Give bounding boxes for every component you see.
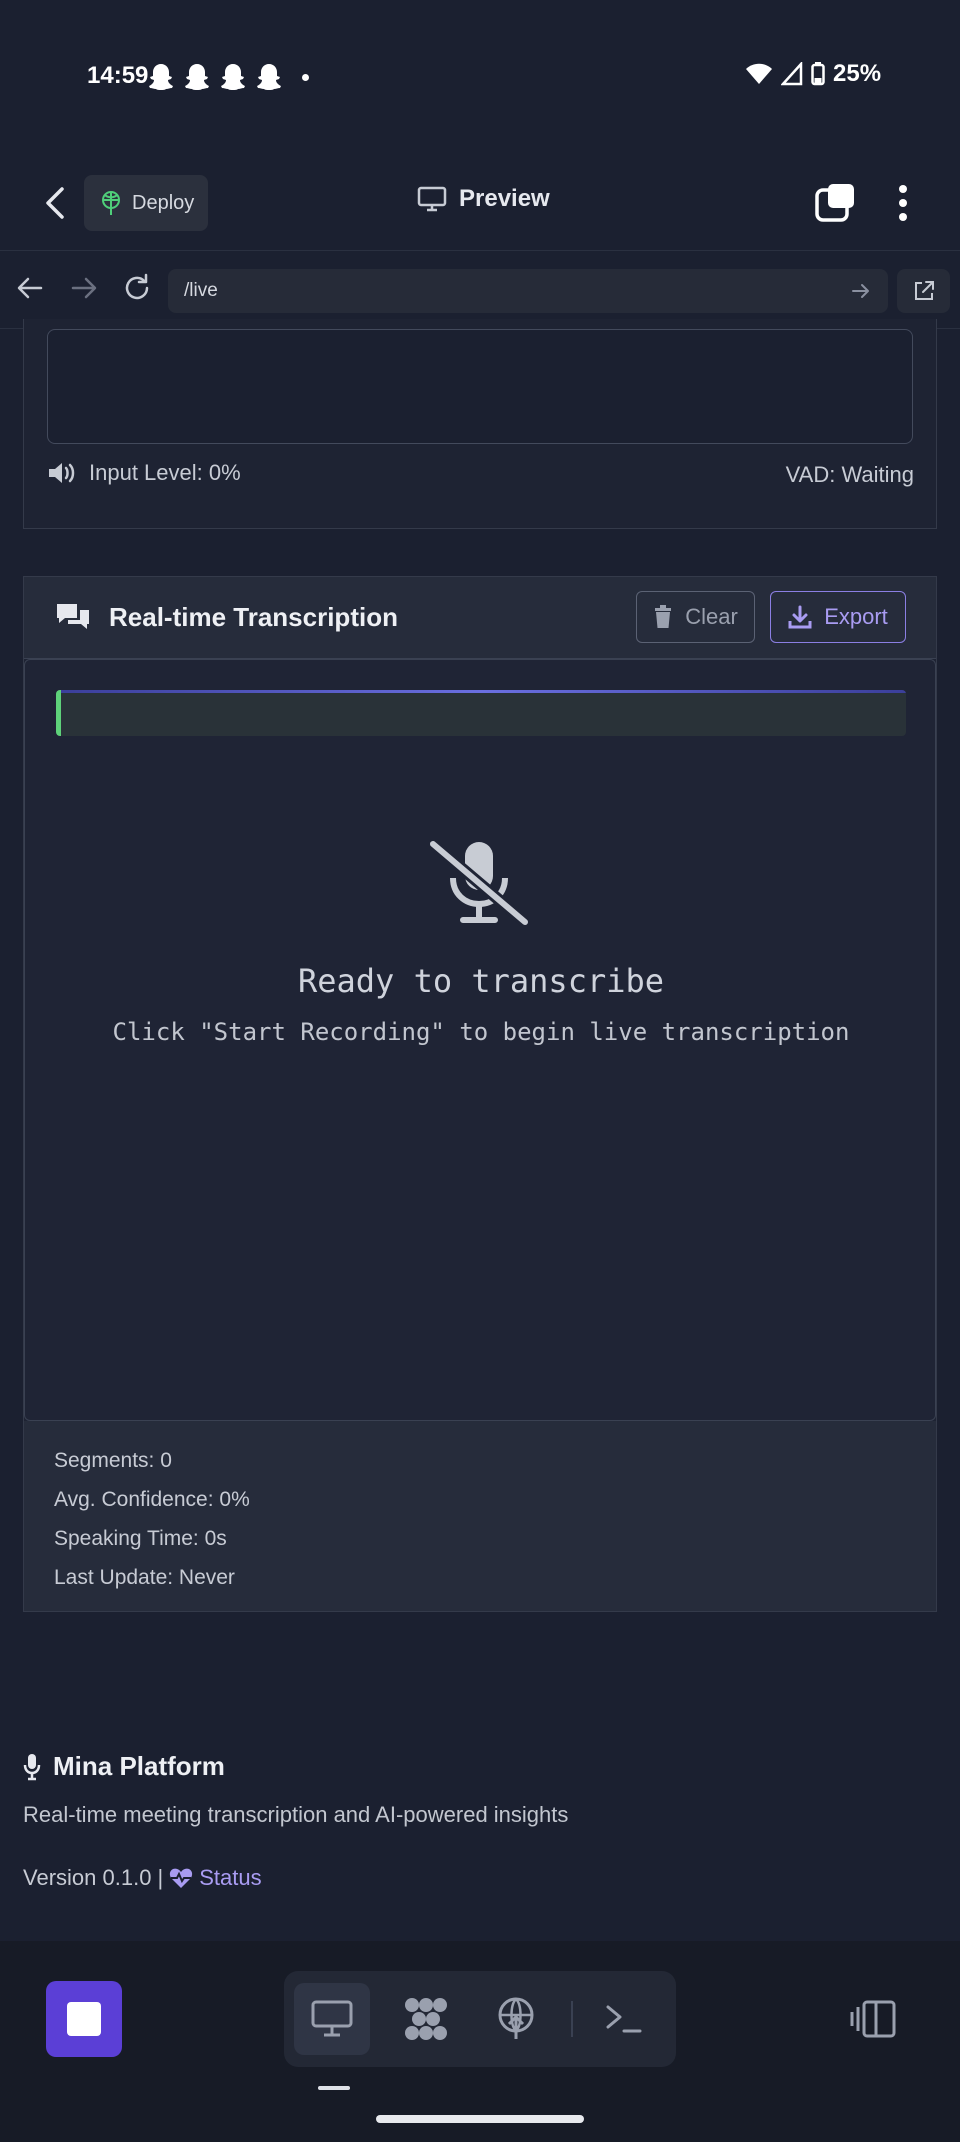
volume-icon — [49, 463, 75, 483]
microphone-slash-icon — [429, 840, 529, 926]
browser-forward-icon[interactable] — [67, 271, 101, 305]
url-input[interactable]: /live — [168, 269, 888, 313]
shell-tab[interactable] — [586, 1983, 662, 2055]
comments-icon — [57, 604, 89, 629]
deploy-tab[interactable] — [478, 1983, 554, 2055]
status-link[interactable]: Status — [169, 1865, 262, 1891]
microphone-icon — [23, 1753, 41, 1780]
preview-tab[interactable] — [294, 1983, 370, 2055]
home-indicator[interactable] — [376, 2115, 584, 2123]
stat-last-update: Last Update: Never — [54, 1566, 235, 1589]
live-progress-bar — [56, 690, 906, 736]
preview-label: Preview — [459, 185, 550, 212]
url-text: /live — [184, 280, 218, 301]
workflow-tab[interactable] — [388, 1983, 464, 2055]
deploy-icon — [102, 191, 120, 215]
status-link-label: Status — [199, 1865, 262, 1890]
tool-dock — [284, 1971, 676, 2067]
input-level-row: Input Level: 0% — [47, 460, 241, 486]
terminal-icon — [606, 2005, 642, 2033]
open-external-button[interactable] — [897, 269, 950, 313]
battery-icon — [811, 62, 825, 86]
export-button[interactable]: Export — [770, 591, 906, 643]
preview-title: Preview — [417, 185, 550, 213]
app-bar: Deploy Preview — [0, 155, 960, 251]
snapchat-icon — [221, 64, 245, 90]
transcription-title: Real-time Transcription — [109, 602, 398, 632]
go-arrow-icon[interactable] — [850, 280, 872, 302]
tabs-icon[interactable] — [814, 181, 858, 225]
dock-separator — [571, 2001, 573, 2037]
more-options-icon[interactable] — [885, 181, 921, 225]
transcription-body: Ready to transcribe Click "Start Recordi… — [24, 659, 936, 1421]
workflow-icon — [405, 1998, 447, 2040]
active-tab-indicator — [318, 2086, 350, 2090]
transcription-card: Real-time Transcription Clear Export Rea… — [23, 576, 937, 1612]
transcription-stats: Segments: 0 Avg. Confidence: 0% Speaking… — [24, 1421, 936, 1611]
audio-input-card: Input Level: 0% VAD: Waiting — [23, 319, 937, 529]
external-link-icon — [914, 281, 934, 300]
stat-speaking-time: Speaking Time: 0s — [54, 1527, 227, 1550]
version-text: Version 0.1.0 | — [23, 1865, 164, 1890]
system-indicators: 25% — [745, 60, 881, 88]
audio-visualizer-box — [47, 329, 913, 444]
page-content: Input Level: 0% VAD: Waiting Real-time T… — [0, 319, 960, 1941]
download-icon — [788, 605, 812, 629]
empty-state-subtitle: Click "Start Recording" to begin live tr… — [112, 1018, 850, 1046]
progress-line — [61, 690, 906, 693]
snapchat-icon — [185, 64, 209, 90]
browser-back-icon[interactable] — [13, 271, 47, 305]
export-label: Export — [824, 604, 888, 629]
empty-state-title: Ready to transcribe — [297, 962, 665, 1000]
brand-name: Mina Platform — [53, 1751, 225, 1781]
battery-percent: 25% — [833, 60, 882, 87]
brand-description: Real-time meeting transcription and AI-p… — [23, 1802, 569, 1827]
stat-segments: Segments: 0 — [54, 1449, 172, 1472]
clock: 14:59 — [87, 62, 149, 89]
stop-button[interactable] — [46, 1981, 122, 2057]
deploy-label: Deploy — [132, 191, 195, 214]
stat-confidence: Avg. Confidence: 0% — [54, 1488, 250, 1511]
back-icon[interactable] — [38, 183, 74, 223]
bottom-toolbar — [0, 1941, 960, 2142]
vad-status: VAD: Waiting — [785, 462, 914, 487]
snapchat-icon — [257, 64, 281, 90]
clear-button[interactable]: Clear — [636, 591, 755, 643]
transcription-header: Real-time Transcription Clear Export — [24, 577, 936, 659]
monitor-icon — [417, 186, 447, 212]
url-bar: /live — [0, 251, 960, 329]
monitor-icon — [311, 2000, 353, 2037]
heartbeat-icon — [170, 1868, 193, 1888]
more-notifications-dot — [302, 74, 309, 81]
signal-icon — [781, 62, 803, 86]
status-bar: 14:59 25% — [0, 0, 960, 155]
footer-brand: Mina Platform — [23, 1751, 225, 1782]
input-level: Input Level: 0% — [89, 460, 241, 485]
stop-icon — [67, 2002, 101, 2036]
reload-icon[interactable] — [120, 271, 154, 305]
trash-icon — [655, 605, 672, 628]
snapchat-icon — [149, 64, 173, 90]
clear-label: Clear — [685, 604, 738, 629]
deploy-globe-icon — [498, 1997, 534, 2039]
deploy-button[interactable]: Deploy — [84, 175, 208, 231]
version-row: Version 0.1.0 | Status — [23, 1865, 262, 1891]
split-view-icon[interactable] — [850, 1999, 898, 2039]
wifi-icon — [746, 63, 772, 84]
notification-icons — [148, 62, 282, 90]
